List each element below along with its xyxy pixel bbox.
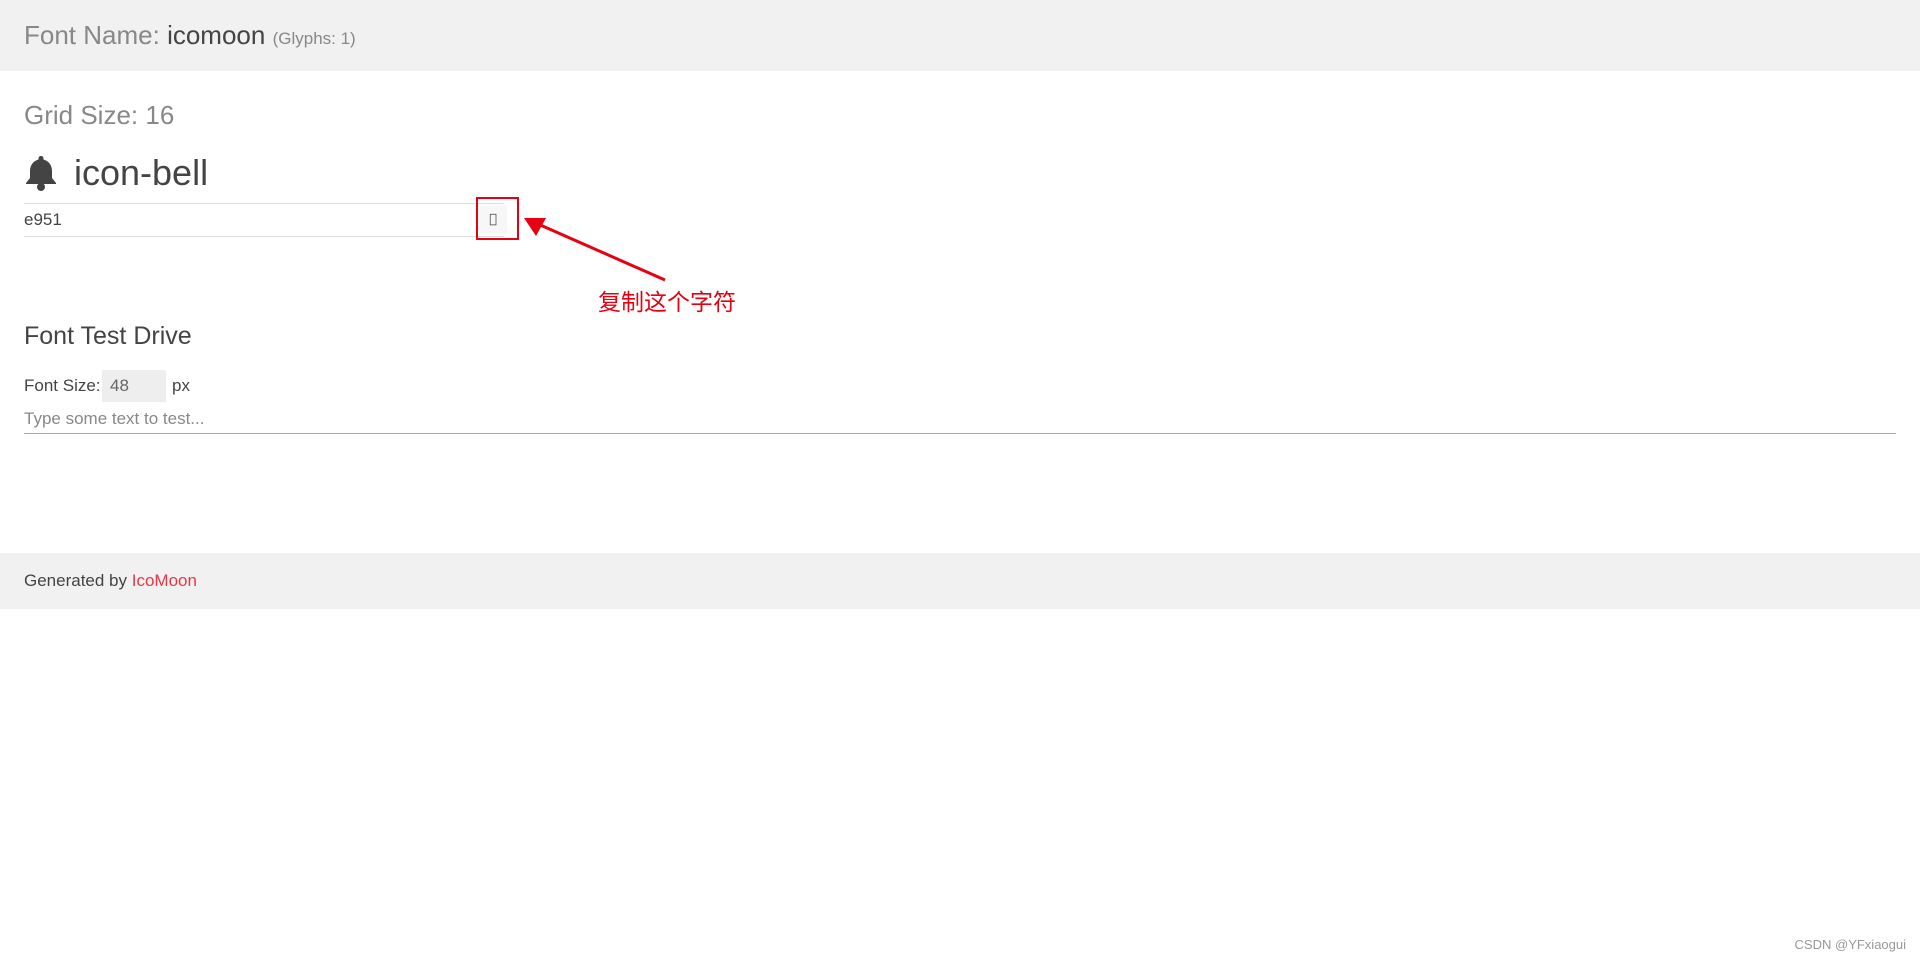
glyph-count: (Glyphs: 1): [272, 29, 356, 48]
px-unit-label: px: [172, 376, 190, 395]
glyph-code-row: : [24, 203, 507, 237]
footer-text: Generated by IcoMoon: [24, 571, 197, 591]
test-drive-title: Font Test Drive: [24, 322, 192, 350]
annotation-arrow: [524, 218, 666, 282]
highlight-box: [476, 197, 519, 240]
icomoon-link[interactable]: IcoMoon: [132, 571, 197, 590]
font-size-label: Font Size:: [24, 376, 101, 395]
glyph-name: icon-bell: [74, 152, 209, 193]
font-name-value: icomoon: [167, 20, 266, 50]
header-bar: Font Name: icomoon (Glyphs: 1): [0, 0, 1920, 71]
font-name-label: Font Name:: [24, 20, 160, 50]
generated-by-label: Generated by: [24, 571, 128, 590]
font-name-heading: Font Name: icomoon (Glyphs: 1): [24, 20, 356, 51]
grid-size-heading: Grid Size: 16: [24, 100, 175, 130]
csdn-watermark: CSDN @YFxiaogui: [1794, 937, 1906, 952]
annotation-label: 复制这个字符: [598, 290, 736, 316]
font-size-input[interactable]: [102, 370, 166, 402]
unicode-code-field[interactable]: [24, 204, 464, 236]
test-text-input[interactable]: [24, 405, 1896, 434]
footer-bar: Generated by IcoMoon: [0, 553, 1920, 609]
bell-icon: [26, 156, 56, 191]
